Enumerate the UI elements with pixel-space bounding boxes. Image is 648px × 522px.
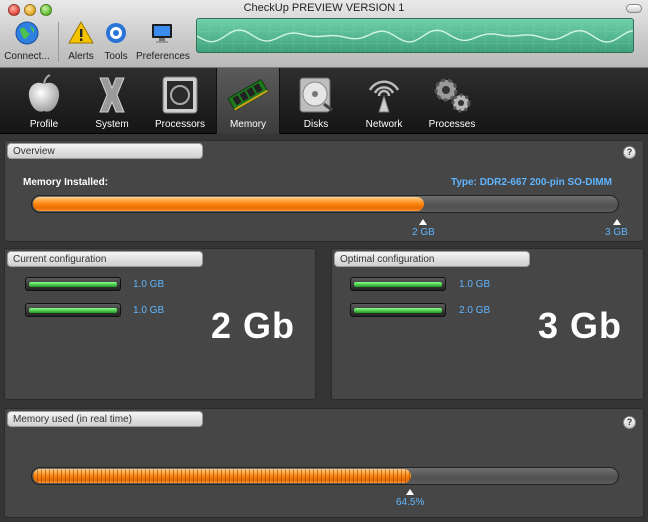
tab-disks-label: Disks [303, 119, 329, 130]
tab-memory[interactable]: Memory [216, 68, 280, 134]
tab-processors-label: Processors [154, 119, 205, 130]
gear-icon [106, 23, 126, 43]
max-marker-label: 3 GB [605, 227, 628, 238]
tab-network[interactable]: Network [352, 68, 416, 134]
system-x-icon [99, 77, 125, 113]
optimal-slot-2 [350, 303, 446, 317]
tab-profile-label: Profile [29, 119, 59, 130]
installed-marker [419, 219, 427, 225]
preferences-button[interactable]: Preferences [136, 20, 190, 62]
memory-installed-fill [33, 197, 424, 211]
monitor-icon [152, 24, 172, 43]
tab-system[interactable]: System [80, 68, 144, 134]
optimal-slot-1-size: 1.0 GB [459, 279, 491, 290]
tab-network-label: Network [365, 119, 403, 130]
memory-type-label: Type: DDR2-667 200-pin SO-DIMM [451, 177, 612, 188]
current-total-memory: 2 Gb [211, 305, 296, 346]
memory-installed-bar [31, 195, 619, 213]
tab-processes-label: Processes [428, 119, 476, 130]
memory-used-percent: 64.5% [396, 497, 425, 508]
alerts-button[interactable]: Alerts [66, 20, 96, 62]
optimal-configuration-panel: Optimal configuration 1.0 GB 2.0 GB 3 Gb [331, 248, 644, 400]
tab-profile[interactable]: Profile [12, 68, 76, 134]
apple-icon [28, 74, 60, 112]
processor-icon [162, 76, 198, 114]
optimal-configuration-title: Optimal configuration [334, 251, 530, 267]
memory-installed-label: Memory Installed: [23, 177, 109, 188]
disk-icon [299, 77, 333, 113]
activity-waveform [196, 18, 634, 53]
overview-help-button[interactable]: ? [623, 146, 636, 159]
memory-slot-2 [25, 303, 121, 317]
max-marker [613, 219, 621, 225]
memory-slot-1 [25, 277, 121, 291]
connect-button[interactable]: Connect... [4, 20, 50, 62]
toolbar-toggle-button[interactable] [626, 4, 642, 13]
title-bar: CheckUp PREVIEW VERSION 1 Connect... Ale… [0, 0, 648, 68]
tab-processes[interactable]: Processes [420, 68, 484, 134]
current-configuration-title: Current configuration [7, 251, 203, 267]
warning-icon [68, 20, 94, 44]
globe-icon [15, 21, 39, 45]
tab-system-label: System [95, 119, 129, 130]
optimal-slot-1 [350, 277, 446, 291]
memory-slot-1-size: 1.0 GB [133, 279, 165, 290]
tab-memory-label: Memory [229, 119, 267, 130]
memory-used-fill [33, 469, 411, 483]
overview-panel-title: Overview [7, 143, 203, 159]
antenna-icon [368, 80, 400, 113]
optimal-total-memory: 3 Gb [538, 305, 623, 346]
installed-marker-label: 2 GB [412, 227, 435, 238]
current-configuration-panel: Current configuration 1.0 GB 1.0 GB 2 Gb [4, 248, 316, 400]
gears-icon [434, 78, 471, 113]
optimal-slot-2-size: 2.0 GB [459, 305, 491, 316]
tools-button[interactable]: Tools [102, 20, 130, 62]
memory-used-panel: Memory used (in real time) ? 64.5% [4, 408, 644, 518]
category-tab-bar: Profile System Processors Memory Disks N… [0, 68, 648, 134]
tab-processors[interactable]: Processors [148, 68, 212, 134]
tab-disks[interactable]: Disks [284, 68, 348, 134]
overview-panel: Overview ? Memory Installed: Type: DDR2-… [4, 140, 644, 242]
memory-used-title: Memory used (in real time) [7, 411, 203, 427]
memory-chip-icon [227, 79, 269, 111]
preferences-label: Preferences [136, 51, 190, 62]
window-title: CheckUp PREVIEW VERSION 1 [243, 2, 405, 14]
alerts-label: Alerts [68, 51, 94, 62]
connect-label: Connect... [4, 51, 50, 62]
memory-used-bar [31, 467, 619, 485]
memory-slot-2-size: 1.0 GB [133, 305, 165, 316]
memory-used-help-button[interactable]: ? [623, 416, 636, 429]
memory-used-marker [406, 489, 414, 495]
app-window: CheckUp PREVIEW VERSION 1 Connect... Ale… [0, 0, 648, 522]
tools-label: Tools [104, 51, 128, 62]
toolbar-separator [58, 22, 59, 62]
waveform-graph [197, 19, 633, 52]
